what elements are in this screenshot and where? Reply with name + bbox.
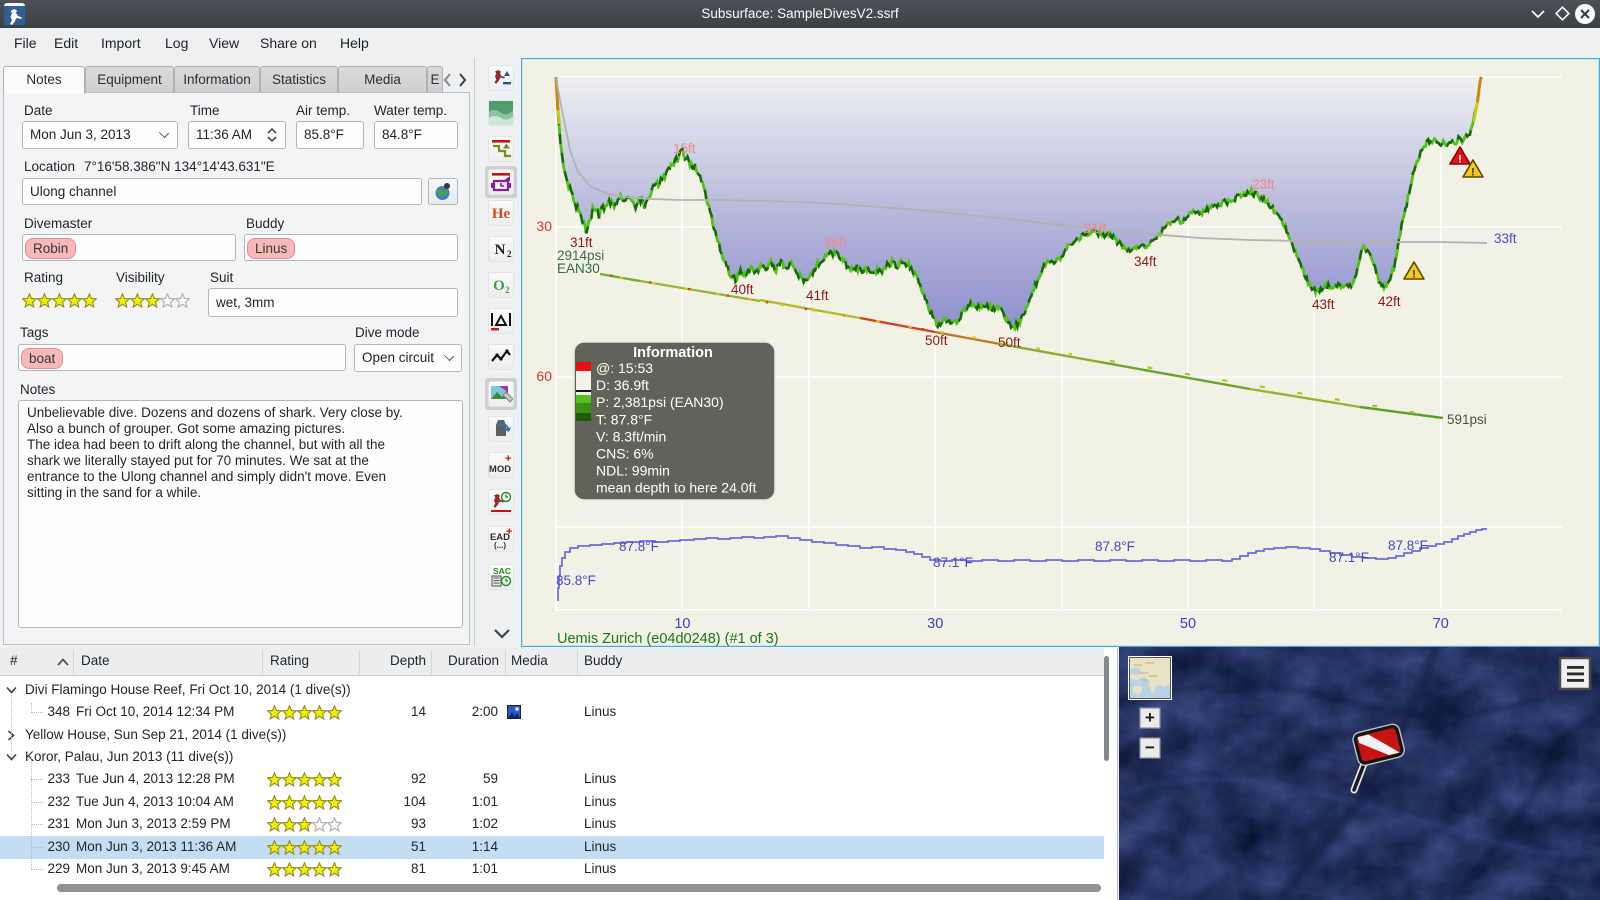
svg-text:30: 30 bbox=[927, 616, 943, 632]
svg-text:CNS: 6%: CNS: 6% bbox=[596, 446, 654, 462]
svg-text:V: 8.3ft/min: V: 8.3ft/min bbox=[596, 428, 666, 444]
svg-text:He: He bbox=[492, 206, 511, 222]
svg-text:30: 30 bbox=[536, 218, 552, 234]
svg-text:@: 15:53: @: 15:53 bbox=[596, 360, 653, 376]
svg-text:50ft: 50ft bbox=[998, 335, 1021, 350]
svg-text:!: ! bbox=[1471, 167, 1475, 179]
svg-text:2: 2 bbox=[505, 285, 510, 295]
svg-text:70: 70 bbox=[1433, 616, 1449, 632]
svg-text:50: 50 bbox=[1180, 616, 1196, 632]
svg-text:31ft: 31ft bbox=[1084, 221, 1107, 236]
svg-text:!: ! bbox=[1458, 154, 1462, 166]
svg-text:!: ! bbox=[1412, 269, 1416, 281]
svg-text:10: 10 bbox=[674, 616, 690, 632]
svg-text:−: − bbox=[1145, 738, 1155, 757]
svg-text:MOD: MOD bbox=[489, 464, 511, 475]
svg-text:T: 87.8°F: T: 87.8°F bbox=[596, 411, 652, 427]
svg-text:87.1°F: 87.1°F bbox=[933, 555, 973, 570]
svg-text:41ft: 41ft bbox=[806, 288, 829, 303]
svg-text:15ft: 15ft bbox=[673, 141, 696, 156]
svg-text:23ft: 23ft bbox=[1252, 177, 1275, 192]
svg-text:85.8°F: 85.8°F bbox=[556, 573, 596, 588]
svg-text:+: + bbox=[505, 453, 511, 465]
svg-text:2: 2 bbox=[507, 249, 512, 259]
svg-text:Information: Information bbox=[633, 345, 713, 361]
svg-text:EAN30: EAN30 bbox=[557, 261, 600, 276]
svg-text:P: 2,381psi (EAN30): P: 2,381psi (EAN30) bbox=[596, 394, 724, 410]
svg-text:87.8°F: 87.8°F bbox=[619, 539, 659, 554]
svg-text:D: 36.9ft: D: 36.9ft bbox=[596, 377, 649, 393]
svg-text:50ft: 50ft bbox=[925, 333, 948, 348]
svg-text:60: 60 bbox=[536, 368, 552, 384]
svg-text:87.8°F: 87.8°F bbox=[1388, 538, 1428, 553]
svg-text:35ft: 35ft bbox=[824, 235, 847, 250]
svg-text:591psi: 591psi bbox=[1447, 412, 1487, 427]
svg-text:40ft: 40ft bbox=[731, 282, 754, 297]
svg-text:O: O bbox=[493, 278, 505, 294]
svg-text:42ft: 42ft bbox=[1378, 294, 1401, 309]
svg-text:Uemis Zurich (e04d0248) (#1 of: Uemis Zurich (e04d0248) (#1 of 3) bbox=[557, 631, 779, 647]
svg-text:34ft: 34ft bbox=[1134, 254, 1157, 269]
svg-text:+: + bbox=[506, 527, 512, 538]
svg-text:mean depth to here 24.0ft: mean depth to here 24.0ft bbox=[596, 480, 756, 496]
svg-text:(...): (...) bbox=[494, 541, 506, 550]
svg-text:43ft: 43ft bbox=[1312, 297, 1335, 312]
svg-text:SAC: SAC bbox=[493, 566, 511, 576]
svg-text:NDL: 99min: NDL: 99min bbox=[596, 463, 670, 479]
svg-text:87.1°F: 87.1°F bbox=[1329, 550, 1369, 565]
svg-text:87.8°F: 87.8°F bbox=[1095, 539, 1135, 554]
svg-text:N: N bbox=[495, 242, 506, 258]
svg-text:+: + bbox=[1145, 708, 1155, 727]
svg-text:33ft: 33ft bbox=[1494, 231, 1517, 246]
